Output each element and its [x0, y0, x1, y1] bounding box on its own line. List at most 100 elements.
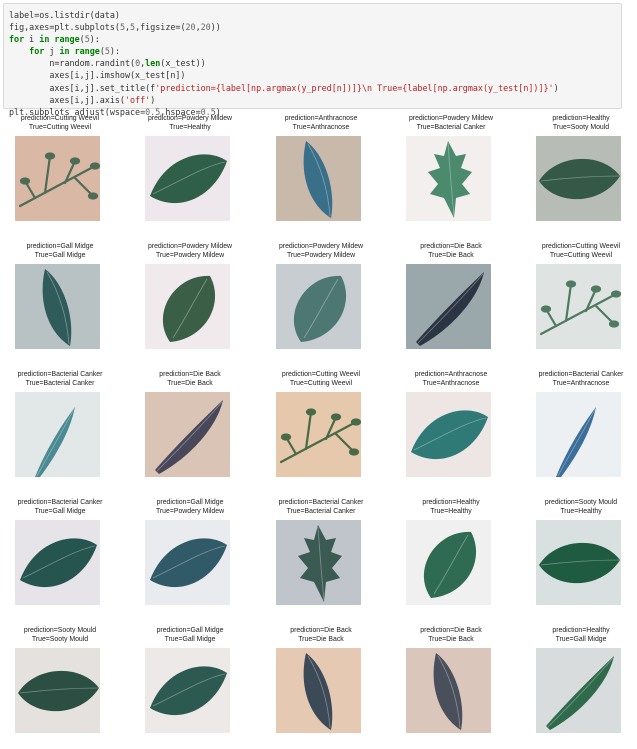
- prediction-label: prediction=Healthy: [552, 627, 610, 634]
- prediction-label: prediction=Gall Midge: [156, 499, 224, 506]
- prediction-label: prediction=Cutting Weevil: [20, 115, 100, 122]
- prediction-label: prediction=Gall Midge: [156, 627, 224, 634]
- leaf-image: [276, 136, 361, 221]
- prediction-label: prediction=Healthy: [422, 499, 480, 506]
- prediction-panel: prediction=Die Back True=Die Back: [396, 243, 506, 365]
- leaf-image: [536, 392, 621, 477]
- leaf-image: [406, 136, 491, 221]
- panel-title: prediction=Gall Midge True=Powdery Mildew: [135, 499, 245, 516]
- true-label: True=Gall Midge: [34, 251, 86, 259]
- panel-title: prediction=Cutting Weevil True=Cutting We…: [5, 115, 115, 132]
- prediction-panel: prediction=Powdery Mildew True=Powdery Mi…: [266, 243, 376, 365]
- leaf-image: [536, 136, 621, 221]
- prediction-label: prediction=Bacterial Canker: [17, 499, 103, 506]
- prediction-panel: prediction=Anthracnose True=Anthracnose: [266, 115, 376, 237]
- code-editor[interactable]: label=os.listdir(data) fig,axes=plt.subp…: [9, 9, 559, 118]
- prediction-panel: prediction=Healthy True=Healthy: [396, 499, 506, 621]
- prediction-panel: prediction=Gall Midge True=Gall Midge: [135, 627, 245, 749]
- prediction-label: prediction=Powdery Mildew: [147, 115, 233, 122]
- prediction-grid: prediction=Cutting Weevil True=Cutting We…: [5, 115, 627, 742]
- panel-title: prediction=Healthy True=Gall Midge: [526, 627, 636, 644]
- true-label: True=Die Back: [167, 379, 213, 387]
- leaf-image: [276, 264, 361, 349]
- leaf-image: [15, 136, 100, 221]
- prediction-label: prediction=Bacterial Canker: [17, 371, 103, 378]
- leaf-image: [406, 520, 491, 605]
- leaf-image: [145, 648, 230, 733]
- code-cell[interactable]: label=os.listdir(data) fig,axes=plt.subp…: [3, 3, 622, 117]
- prediction-panel: prediction=Sooty Mould True=Sooty Mould: [5, 627, 115, 749]
- true-label: True=Anthracnose: [552, 379, 610, 387]
- prediction-panel: prediction=Gall Midge True=Gall Midge: [5, 243, 115, 365]
- true-label: True=Cutting Weevil: [549, 251, 613, 259]
- prediction-panel: prediction=Powdery Mildew True=Bacterial …: [396, 115, 506, 237]
- panel-title: prediction=Gall Midge True=Gall Midge: [5, 243, 115, 260]
- prediction-label: prediction=Powdery Mildew: [278, 243, 364, 250]
- prediction-label: prediction=Bacterial Canker: [278, 499, 364, 506]
- panel-title: prediction=Healthy True=Sooty Mould: [526, 115, 636, 132]
- panel-title: prediction=Healthy True=Healthy: [396, 499, 506, 516]
- leaf-image: [406, 264, 491, 349]
- prediction-panel: prediction=Die Back True=Die Back: [266, 627, 376, 749]
- prediction-label: prediction=Bacterial Canker: [538, 371, 624, 378]
- prediction-label: prediction=Healthy: [552, 115, 610, 122]
- true-label: True=Die Back: [428, 251, 474, 259]
- true-label: True=Bacterial Canker: [25, 379, 95, 387]
- code-line: axes[i,j].set_title(f'prediction={label[…: [9, 82, 559, 93]
- prediction-panel: prediction=Powdery Mildew True=Healthy: [135, 115, 245, 237]
- panel-title: prediction=Gall Midge True=Gall Midge: [135, 627, 245, 644]
- panel-title: prediction=Cutting Weevil True=Cutting We…: [266, 371, 376, 388]
- leaf-image: [145, 264, 230, 349]
- true-label: True=Healthy: [560, 507, 602, 515]
- leaf-image: [145, 520, 230, 605]
- prediction-panel: prediction=Cutting Weevil True=Cutting We…: [526, 243, 636, 365]
- leaf-image: [15, 520, 100, 605]
- leaf-image: [536, 648, 621, 733]
- panel-title: prediction=Die Back True=Die Back: [396, 243, 506, 260]
- prediction-label: prediction=Gall Midge: [26, 243, 94, 250]
- code-line: for j in range(5):: [29, 46, 120, 57]
- panel-title: prediction=Die Back True=Die Back: [135, 371, 245, 388]
- true-label: True=Cutting Weevil: [289, 379, 353, 387]
- prediction-panel: prediction=Cutting Weevil True=Cutting We…: [5, 115, 115, 237]
- true-label: True=Healthy: [430, 507, 472, 515]
- leaf-image: [536, 520, 621, 605]
- panel-title: prediction=Powdery Mildew True=Powdery Mi…: [266, 243, 376, 260]
- prediction-panel: prediction=Bacterial Canker True=Bacteria…: [266, 499, 376, 621]
- panel-title: prediction=Powdery Mildew True=Healthy: [135, 115, 245, 132]
- panel-title: prediction=Anthracnose True=Anthracnose: [396, 371, 506, 388]
- leaf-image: [15, 264, 100, 349]
- prediction-panel: prediction=Die Back True=Die Back: [396, 627, 506, 749]
- prediction-panel: prediction=Healthy True=Gall Midge: [526, 627, 636, 749]
- panel-title: prediction=Die Back True=Die Back: [266, 627, 376, 644]
- prediction-label: prediction=Die Back: [420, 627, 482, 634]
- code-line: for i in range(5):: [9, 34, 100, 45]
- true-label: True=Powdery Mildew: [286, 251, 356, 259]
- panel-title: prediction=Bacterial Canker True=Anthracn…: [526, 371, 636, 388]
- true-label: True=Anthracnose: [422, 379, 480, 387]
- leaf-image: [406, 648, 491, 733]
- code-line: axes[i,j].axis('off'): [9, 94, 156, 105]
- true-label: True=Gall Midge: [555, 635, 607, 643]
- panel-title: prediction=Anthracnose True=Anthracnose: [266, 115, 376, 132]
- prediction-panel: prediction=Bacterial Canker True=Gall Mid…: [5, 499, 115, 621]
- panel-title: prediction=Powdery Mildew True=Bacterial …: [396, 115, 506, 132]
- prediction-label: prediction=Cutting Weevil: [281, 371, 361, 378]
- prediction-panel: prediction=Sooty Mould True=Healthy: [526, 499, 636, 621]
- panel-title: prediction=Powdery Mildew True=Powdery Mi…: [135, 243, 245, 260]
- prediction-label: prediction=Die Back: [420, 243, 482, 250]
- panel-title: prediction=Die Back True=Die Back: [396, 627, 506, 644]
- prediction-label: prediction=Die Back: [290, 627, 352, 634]
- prediction-panel: prediction=Powdery Mildew True=Powdery Mi…: [135, 243, 245, 365]
- leaf-image: [145, 392, 230, 477]
- true-label: True=Bacterial Canker: [416, 123, 486, 131]
- panel-title: prediction=Cutting Weevil True=Cutting We…: [526, 243, 636, 260]
- true-label: True=Sooty Mould: [31, 635, 89, 643]
- code-line: fig,axes=plt.subplots(5,5,figsize=(20,20…: [9, 22, 221, 33]
- true-label: True=Die Back: [298, 635, 344, 643]
- leaf-image: [276, 648, 361, 733]
- code-line: n=random.randint(0,len(x_test)): [9, 58, 206, 69]
- prediction-panel: prediction=Die Back True=Die Back: [135, 371, 245, 493]
- prediction-label: prediction=Sooty Mould: [23, 627, 97, 634]
- true-label: True=Powdery Mildew: [155, 251, 225, 259]
